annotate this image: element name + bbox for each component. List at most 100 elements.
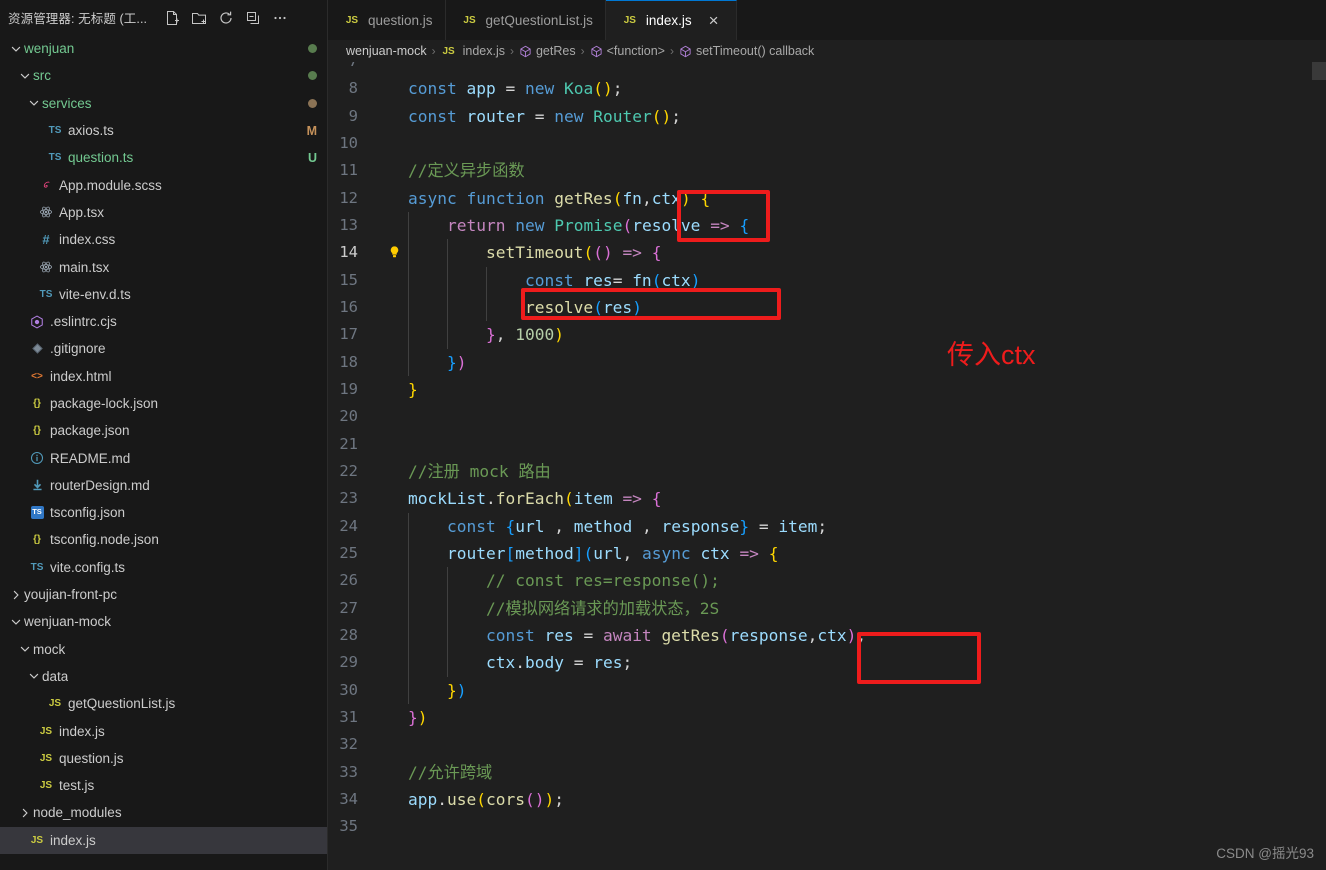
tree-item-label: index.css xyxy=(59,232,116,248)
tree-item-axios-ts[interactable]: TS axios.ts M xyxy=(0,117,327,144)
editor-area: JS question.js JS getQuestionList.js JS index… xyxy=(328,0,1326,870)
tree-item-wenjuan-mock[interactable]: wenjuan-mock xyxy=(0,608,327,635)
tree-item-youjian-front-pc[interactable]: youjian-front-pc xyxy=(0,581,327,608)
code-token: resolve xyxy=(524,297,594,317)
code-text: app.use(cors()); xyxy=(408,786,564,813)
code-token: ) xyxy=(602,79,613,99)
code-token: forEach xyxy=(495,489,564,509)
code-token: ) xyxy=(661,106,672,126)
tree-item-mock[interactable]: mock xyxy=(0,636,327,663)
indent-guide xyxy=(446,594,448,622)
code-text: async function getRes(fn,ctx) { xyxy=(408,185,710,212)
breadcrumb-item-index-js[interactable]: JS index.js xyxy=(441,44,505,58)
tree-item-index-js[interactable]: JS index.js xyxy=(0,717,327,744)
tree-item-vite-env-d-ts[interactable]: TS vite-env.d.ts xyxy=(0,281,327,308)
file-tree[interactable]: wenjuan src services TS axios.ts M TS question.… xyxy=(0,35,327,870)
code-editor[interactable]: 78const app = new Koa();9const router = … xyxy=(328,62,1326,870)
code-line: 7 xyxy=(328,62,1326,75)
chevron-down-icon xyxy=(8,614,24,630)
tree-item-question-ts[interactable]: TS question.ts U xyxy=(0,144,327,171)
code-token: } xyxy=(408,707,418,727)
code-line: 8 const app = new Koa(); xyxy=(328,75,1326,102)
tree-item-src[interactable]: src xyxy=(0,62,327,89)
js-file-icon: JS xyxy=(39,752,53,764)
code-token: response xyxy=(661,516,740,536)
tree-item-label: package-lock.json xyxy=(50,396,159,411)
breadcrumb-item-getres[interactable]: getRes xyxy=(519,44,576,58)
tree-item-node-modules[interactable]: node_modules xyxy=(0,799,327,826)
tree-item-package-lock-json[interactable]: {} package-lock.json xyxy=(0,390,327,417)
code-lines: 78const app = new Koa();9const router = … xyxy=(328,62,1326,870)
tree-item-test-js[interactable]: JS test.js xyxy=(0,772,327,799)
code-token: } xyxy=(485,325,496,345)
new-file-icon[interactable] xyxy=(160,7,184,29)
breadcrumb-item-settimeout-callback[interactable]: setTimeout() callback xyxy=(679,44,814,58)
tree-item--gitignore[interactable]: .gitignore xyxy=(0,335,327,362)
new-folder-icon[interactable] xyxy=(187,7,211,29)
code-token: mockList xyxy=(408,489,486,509)
code-token: method xyxy=(573,516,633,536)
indent-guide xyxy=(408,348,409,376)
refresh-icon[interactable] xyxy=(214,7,238,29)
code-token: ( xyxy=(593,297,603,317)
tree-item-label: package.json xyxy=(50,423,130,439)
tree-item-tsconfig-node-json[interactable]: {} tsconfig.node.json xyxy=(0,526,327,553)
quick-fix-lightbulb-icon[interactable] xyxy=(380,245,408,260)
tree-item-package-json[interactable]: {} package.json xyxy=(0,417,327,444)
tree-item-index-html[interactable]: <> index.html xyxy=(0,363,327,390)
tree-item-app-module-scss[interactable]: App.module.scss xyxy=(0,171,327,198)
tree-item-routerdesign-md[interactable]: routerDesign.md xyxy=(0,472,327,499)
markdown-file-icon xyxy=(27,478,47,492)
tree-item-app-tsx[interactable]: App.tsx xyxy=(0,199,327,226)
line-number: 29 xyxy=(339,653,358,672)
tree-item-readme-md[interactable]: README.md xyxy=(0,444,327,471)
tree-item-question-js[interactable]: JS question.js xyxy=(0,745,327,772)
breadcrumb[interactable]: wenjuan-mock › JS index.js › getRes › <function… xyxy=(328,40,1326,62)
tree-item-wenjuan[interactable]: wenjuan xyxy=(0,35,327,62)
breadcrumb-item--function-[interactable]: <function> xyxy=(590,44,665,58)
tree-item-tsconfig-json[interactable]: TS tsconfig.json xyxy=(0,499,327,526)
breadcrumb-item-wenjuan-mock[interactable]: wenjuan-mock xyxy=(346,44,427,58)
code-text: const res = await getRes(response,ctx); xyxy=(408,622,866,649)
line-number: 33 xyxy=(339,762,358,781)
scss-file-icon xyxy=(36,179,56,192)
code-token: ) xyxy=(846,625,857,645)
code-line: 19} xyxy=(328,376,1326,403)
tree-item-main-tsx[interactable]: main.tsx xyxy=(0,253,327,280)
code-line: 35 xyxy=(328,813,1326,840)
close-icon[interactable]: × xyxy=(704,11,724,31)
tree-item-services[interactable]: services xyxy=(0,90,327,117)
line-number: 18 xyxy=(339,352,358,371)
editor-tab-getquestionlist-js[interactable]: JS getQuestionList.js xyxy=(445,0,606,40)
tree-item-index-js[interactable]: JS index.js xyxy=(0,826,327,854)
tree-item-getquestionlist-js[interactable]: JS getQuestionList.js xyxy=(0,690,327,717)
tree-item-index-css[interactable]: # index.css xyxy=(0,226,327,253)
code-line: 9 const router = new Router(); xyxy=(328,103,1326,130)
line-number: 20 xyxy=(339,407,358,426)
tree-item--eslintrc-cjs[interactable]: .eslintrc.cjs xyxy=(0,308,327,335)
editor-tab-index-js[interactable]: JS index.js × xyxy=(605,0,737,40)
js-file-icon: JS xyxy=(623,15,636,26)
line-number: 35 xyxy=(339,817,358,836)
more-actions-icon[interactable] xyxy=(268,7,292,29)
code-token: ( xyxy=(563,489,574,509)
code-token: ctx xyxy=(661,270,691,290)
tree-item-vite-config-ts[interactable]: TS vite.config.ts xyxy=(0,554,327,581)
code-token: ( xyxy=(719,625,730,645)
tree-item-data[interactable]: data xyxy=(0,663,327,690)
code-line: 26 // const res=response(); xyxy=(328,567,1326,595)
json-file-icon: {} xyxy=(33,398,41,409)
editor-tab-question-js[interactable]: JS question.js xyxy=(328,0,446,40)
indent-guide xyxy=(408,321,409,349)
code-text: const res= fn(ctx) xyxy=(408,267,700,294)
symbol-function-icon xyxy=(590,45,603,58)
line-number: 22 xyxy=(339,461,358,480)
tree-item-label: axios.ts xyxy=(68,123,114,139)
editor-vertical-scrollbar[interactable] xyxy=(1312,62,1326,80)
code-token: url xyxy=(515,516,545,536)
collapse-all-icon[interactable] xyxy=(241,7,265,29)
